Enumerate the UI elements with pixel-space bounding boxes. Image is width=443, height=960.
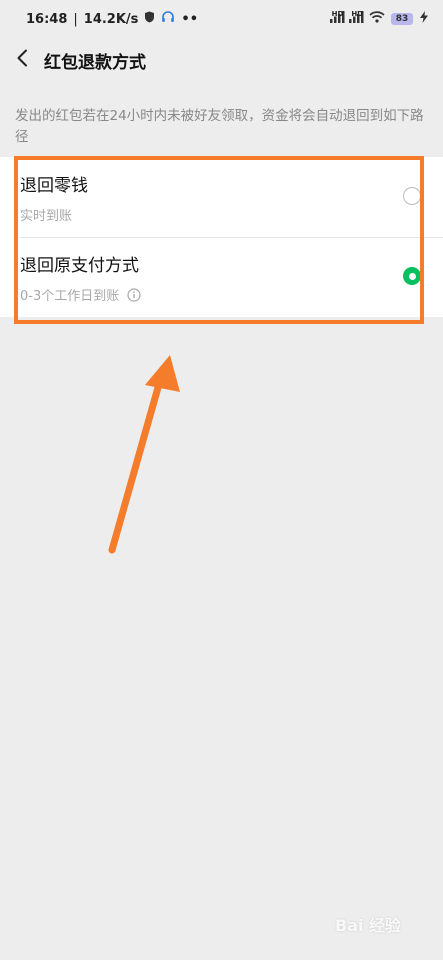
status-time: 16:48 <box>26 11 68 27</box>
option-title: 退回原支付方式 <box>20 256 139 276</box>
radio-refund-to-balance[interactable] <box>403 187 421 205</box>
radio-refund-original-payment[interactable] <box>403 267 421 285</box>
status-left: 16:48 | 14.2K/s •• <box>26 10 198 28</box>
charging-icon <box>419 11 429 27</box>
nav-bar: 红包退款方式 <box>0 38 443 82</box>
status-net-speed: 14.2K/s <box>83 11 139 27</box>
option-title: 退回零钱 <box>20 176 88 196</box>
back-arrow-icon <box>16 49 28 71</box>
headset-icon <box>161 10 175 28</box>
refund-description: 发出的红包若在24小时内未被好友领取，资金将会自动退回到如下路径 <box>15 108 424 145</box>
option-subtitle: 0-3个工作日到账 <box>20 285 141 304</box>
signal-hd-label-2: HD <box>351 10 363 18</box>
more-dots-icon: •• <box>181 11 199 27</box>
refund-options-list: 退回零钱 实时到账 退回原支付方式 0-3个工作日到账 <box>0 157 443 317</box>
wifi-icon <box>369 11 385 27</box>
baidu-watermark: Bai 经验 <box>334 916 402 935</box>
option-refund-original-payment[interactable]: 退回原支付方式 0-3个工作日到账 <box>0 237 443 317</box>
option-subtitle-text: 实时到账 <box>20 209 73 224</box>
status-separator: | <box>73 11 78 27</box>
back-button[interactable] <box>2 38 42 82</box>
battery-indicator: 83 <box>391 13 413 25</box>
info-icon[interactable] <box>127 287 141 302</box>
option-subtitle: 实时到账 <box>20 205 72 224</box>
status-bar: 16:48 | 14.2K/s •• HD HD 83 <box>0 0 443 38</box>
signal-hd-label-1: HD <box>331 10 344 18</box>
page-title: 红包退款方式 <box>44 52 146 73</box>
status-right: HD HD 83 <box>329 10 429 27</box>
option-refund-to-balance[interactable]: 退回零钱 实时到账 <box>0 157 443 237</box>
option-subtitle-text: 0-3个工作日到账 <box>20 289 120 304</box>
shield-icon <box>144 11 155 27</box>
